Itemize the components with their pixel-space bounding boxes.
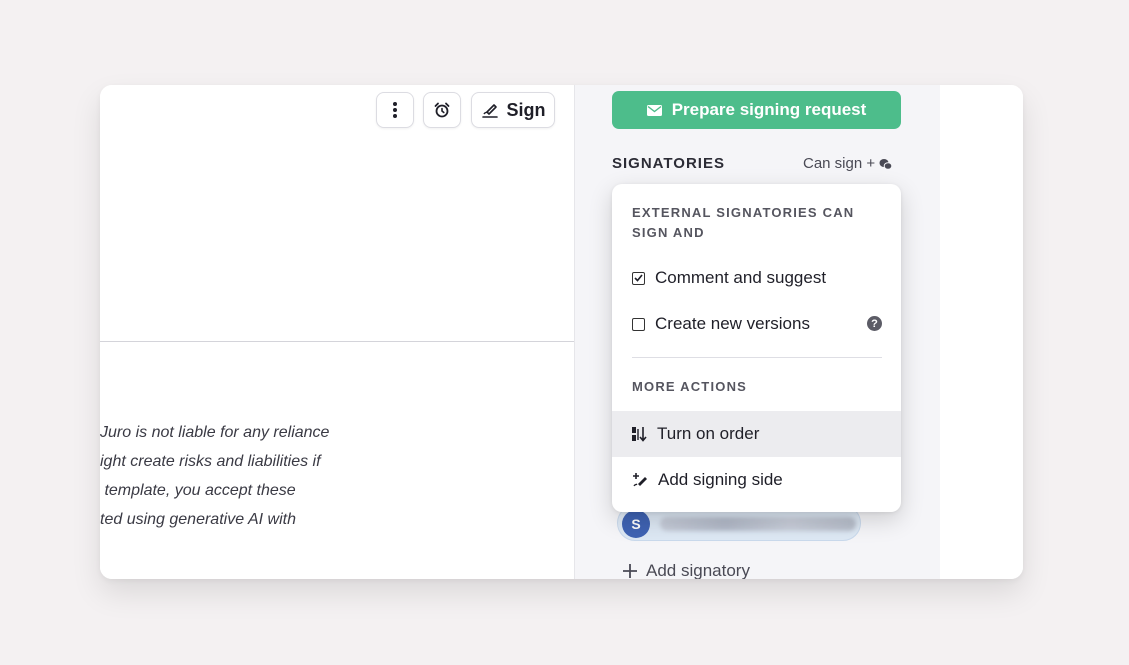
- action-label: Turn on order: [657, 424, 760, 443]
- plus-icon: [623, 564, 637, 578]
- add-signatory-label: Add signatory: [646, 561, 750, 579]
- comment-and-suggest-option[interactable]: Comment and suggest: [632, 268, 826, 288]
- order-sort-icon: [632, 427, 647, 442]
- checkbox-unchecked[interactable]: [632, 317, 645, 331]
- add-signatory-button[interactable]: Add signatory: [623, 561, 750, 579]
- section-divider: [100, 341, 574, 342]
- option-label: Create new versions: [655, 314, 810, 333]
- disclaimer-line: ted using generative AI with: [100, 511, 296, 528]
- checkmark-icon: [634, 274, 643, 282]
- signatory-permissions-toggle[interactable]: Can sign +: [803, 155, 893, 172]
- checkbox-checked[interactable]: [632, 271, 645, 285]
- disclaimer-line: ight create risks and liabilities if: [100, 453, 321, 470]
- right-margin: [940, 85, 1023, 579]
- signatories-heading: SIGNATORIES: [612, 155, 725, 172]
- comments-icon: [879, 158, 893, 170]
- disclaimer-line: template, you accept these: [100, 482, 296, 499]
- envelope-icon: [646, 104, 662, 116]
- can-sign-label: Can sign +: [803, 155, 876, 172]
- more-actions-heading: MORE ACTIONS: [632, 379, 748, 394]
- document-pane: Sign Juro is not liable for any reliance…: [100, 85, 575, 579]
- add-signing-side-icon: [633, 473, 647, 487]
- create-new-versions-option[interactable]: Create new versions: [632, 314, 810, 334]
- external-signatories-heading: EXTERNAL SIGNATORIES CAN SIGN AND: [632, 205, 855, 240]
- turn-on-order-action[interactable]: Turn on order: [612, 411, 901, 457]
- question-circle-icon[interactable]: ?: [867, 316, 882, 331]
- option-label: Comment and suggest: [655, 268, 827, 287]
- prepare-signing-request-button[interactable]: Prepare signing request: [612, 91, 901, 129]
- sign-button[interactable]: Sign: [471, 92, 555, 128]
- redacted-email: [660, 517, 856, 531]
- ai-disclaimer-text: Juro is not liable for any reliance ight…: [100, 418, 574, 534]
- signature-pen-icon: [481, 104, 498, 118]
- signatory-options-dropdown: EXTERNAL SIGNATORIES CAN SIGN AND Commen…: [612, 184, 901, 512]
- vertical-dots-icon: [393, 102, 397, 118]
- alarm-clock-icon: [434, 102, 450, 118]
- add-signing-side-action[interactable]: Add signing side: [612, 457, 901, 503]
- prepare-signing-request-label: Prepare signing request: [671, 100, 867, 119]
- action-label: Add signing side: [658, 470, 783, 489]
- avatar: S: [622, 510, 650, 538]
- menu-divider: [632, 357, 882, 358]
- reminder-button[interactable]: [423, 92, 461, 128]
- sign-button-label: Sign: [506, 99, 546, 120]
- more-options-button[interactable]: [376, 92, 414, 128]
- disclaimer-line: Juro is not liable for any reliance: [100, 424, 330, 441]
